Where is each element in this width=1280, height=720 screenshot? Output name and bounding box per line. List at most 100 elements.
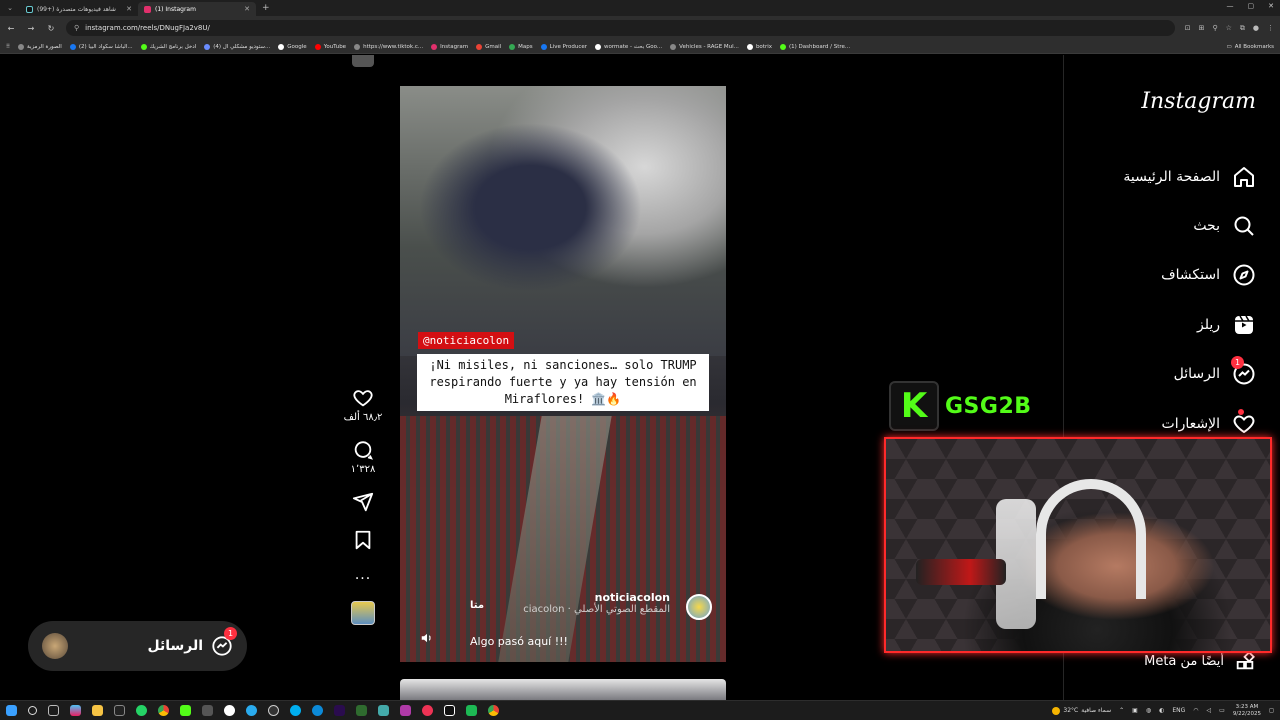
- messages-pill[interactable]: 1 الرسائل: [28, 621, 247, 671]
- language-indicator[interactable]: ENG: [1172, 707, 1185, 714]
- browser-tab-active[interactable]: (1) Instagram ✕: [138, 2, 256, 16]
- bookmark-item[interactable]: الصورة الرمزية: [18, 43, 62, 50]
- telegram-icon[interactable]: [246, 705, 257, 716]
- app-icon[interactable]: [466, 705, 477, 716]
- comment-action[interactable]: ١٬٣٢٨: [351, 439, 375, 475]
- app-icon[interactable]: [400, 705, 411, 716]
- weather-widget[interactable]: 32°C سماء صافية: [1052, 706, 1111, 715]
- zoom-icon[interactable]: ⚲: [1212, 24, 1217, 33]
- bookmark-star-icon[interactable]: ☆: [1226, 24, 1232, 33]
- whatsapp-icon[interactable]: [136, 705, 147, 716]
- bookmark-item[interactable]: (2) الباشا سكواد البيا...: [69, 43, 133, 50]
- bookmark-item[interactable]: YouTube: [314, 43, 346, 50]
- instagram-logo[interactable]: Instagram: [1141, 89, 1256, 114]
- menu-icon[interactable]: ⋮: [1267, 24, 1274, 33]
- apps-icon[interactable]: ⠿: [6, 44, 10, 50]
- tray-app-icon[interactable]: ◍: [1146, 707, 1151, 714]
- app-icon[interactable]: [356, 705, 367, 716]
- bookmark-item[interactable]: https://www.tiktok.c...: [354, 43, 423, 50]
- search-icon[interactable]: [28, 706, 37, 715]
- battery-icon[interactable]: ▭: [1219, 707, 1225, 714]
- bookmark-item[interactable]: Live Producer: [540, 43, 587, 50]
- like-action[interactable]: ٦٨٫٢ ألف: [344, 387, 382, 423]
- translate-icon[interactable]: ⊞: [1199, 24, 1205, 33]
- sidebar-item-messages[interactable]: 1 الرسائل: [1063, 350, 1280, 399]
- game-icon[interactable]: [224, 705, 235, 716]
- file-explorer-icon[interactable]: [92, 705, 103, 716]
- bookmark-item[interactable]: Maps: [509, 43, 533, 50]
- next-reel-preview[interactable]: [400, 679, 726, 700]
- share-icon[interactable]: [352, 491, 374, 513]
- capcut-icon[interactable]: [444, 705, 455, 716]
- share-action[interactable]: [352, 491, 374, 513]
- maximize-icon[interactable]: ▢: [1248, 2, 1255, 10]
- notifications-icon[interactable]: ◻: [1269, 707, 1274, 714]
- minimize-icon[interactable]: —: [1227, 2, 1234, 10]
- skype-icon[interactable]: [290, 705, 301, 716]
- save-action[interactable]: [352, 529, 374, 551]
- sidebar-item-search[interactable]: بحث: [1063, 201, 1280, 250]
- sidebar-item-explore[interactable]: استكشاف: [1063, 251, 1280, 300]
- previous-reel-thumbnail[interactable]: [352, 55, 374, 67]
- calculator-icon[interactable]: [202, 705, 213, 716]
- audio-label[interactable]: ciacolon · المقطع الصوتي الأصلي: [523, 604, 670, 615]
- kick-icon[interactable]: [180, 705, 191, 716]
- task-view-icon[interactable]: [48, 705, 59, 716]
- chrome-icon[interactable]: [158, 705, 169, 716]
- bookmark-item[interactable]: (1) Dashboard / Stre...: [780, 43, 850, 50]
- bookmark-item[interactable]: botrix: [746, 43, 772, 50]
- chrome-icon[interactable]: [488, 705, 499, 716]
- comment-icon[interactable]: [352, 439, 374, 461]
- media-app-icon[interactable]: [114, 705, 125, 716]
- browser-tab[interactable]: (99+) شاهد فيديوهات متصدرة ✕: [20, 2, 138, 16]
- back-icon[interactable]: ←: [6, 24, 16, 33]
- forward-icon[interactable]: →: [26, 24, 36, 33]
- windows-start-icon[interactable]: [6, 705, 17, 716]
- copilot-icon[interactable]: [70, 705, 81, 716]
- author-avatar[interactable]: [686, 594, 712, 620]
- install-icon[interactable]: ⊡: [1185, 24, 1191, 33]
- bookmark-item[interactable]: Gmail: [476, 43, 501, 50]
- wifi-icon[interactable]: ◠: [1193, 707, 1198, 714]
- tab-search-icon[interactable]: ⌄: [0, 4, 20, 12]
- reel-video[interactable]: @noticiacolon ¡Ni misiles, ni sanciones……: [400, 86, 726, 662]
- edge-icon[interactable]: [312, 705, 323, 716]
- chevron-up-icon[interactable]: ⌃: [1119, 707, 1124, 714]
- new-tab-button[interactable]: +: [256, 3, 276, 13]
- close-window-icon[interactable]: ✕: [1268, 2, 1274, 10]
- app-icon[interactable]: [378, 705, 389, 716]
- bookmark-item[interactable]: Google: [278, 43, 307, 50]
- site-info-icon[interactable]: ⚲: [74, 24, 79, 32]
- reload-icon[interactable]: ↻: [46, 24, 56, 33]
- follow-button[interactable]: متا: [470, 600, 484, 611]
- browser-tab-bar: ⌄ (99+) شاهد فيديوهات متصدرة ✕ (1) Insta…: [0, 0, 1280, 16]
- url-bar[interactable]: ⚲ instagram.com/reels/DNugFJa2v8U/: [66, 20, 1175, 36]
- speaker-icon[interactable]: ◁: [1207, 707, 1212, 714]
- bookmark-icon[interactable]: [352, 529, 374, 551]
- tray-app-icon[interactable]: ▣: [1132, 707, 1138, 714]
- profile-icon[interactable]: ●: [1253, 24, 1259, 33]
- author-name[interactable]: noticiacolon: [523, 591, 670, 604]
- more-options-icon[interactable]: ...: [355, 567, 371, 583]
- extensions-icon[interactable]: ⧉: [1240, 24, 1245, 33]
- bookmark-item[interactable]: (4) ستوديو مشكلي ال...: [204, 43, 270, 50]
- bookmark-item[interactable]: Vehicles - RAGE Mul...: [670, 43, 739, 50]
- sidebar-item-reels[interactable]: ريلز: [1063, 300, 1280, 349]
- app-icon[interactable]: [422, 705, 433, 716]
- close-tab-icon[interactable]: ✕: [244, 5, 250, 13]
- close-tab-icon[interactable]: ✕: [126, 5, 132, 13]
- sidebar-item-home[interactable]: الصفحة الرئيسية: [1063, 152, 1280, 201]
- obs-icon[interactable]: [268, 705, 279, 716]
- all-bookmarks[interactable]: ▭ All Bookmarks: [1227, 44, 1275, 50]
- reel-author[interactable]: noticiacolon ciacolon · المقطع الصوتي ال…: [523, 591, 670, 615]
- bookmark-item[interactable]: Instagram: [431, 43, 468, 50]
- audio-thumbnail[interactable]: [351, 601, 375, 625]
- bookmark-item[interactable]: wormate - بحث Goo...: [595, 43, 662, 50]
- sidebar-item-meta[interactable]: أيضًا من Meta: [1144, 650, 1280, 672]
- tray-app-icon[interactable]: ◐: [1159, 707, 1164, 714]
- heart-icon[interactable]: [352, 387, 374, 409]
- premiere-icon[interactable]: [334, 705, 345, 716]
- bookmark-item[interactable]: ادخل برنامج الشريك: [140, 43, 196, 50]
- volume-icon[interactable]: [420, 631, 434, 645]
- clock[interactable]: 3:23 AM 9/22/2025: [1233, 704, 1261, 718]
